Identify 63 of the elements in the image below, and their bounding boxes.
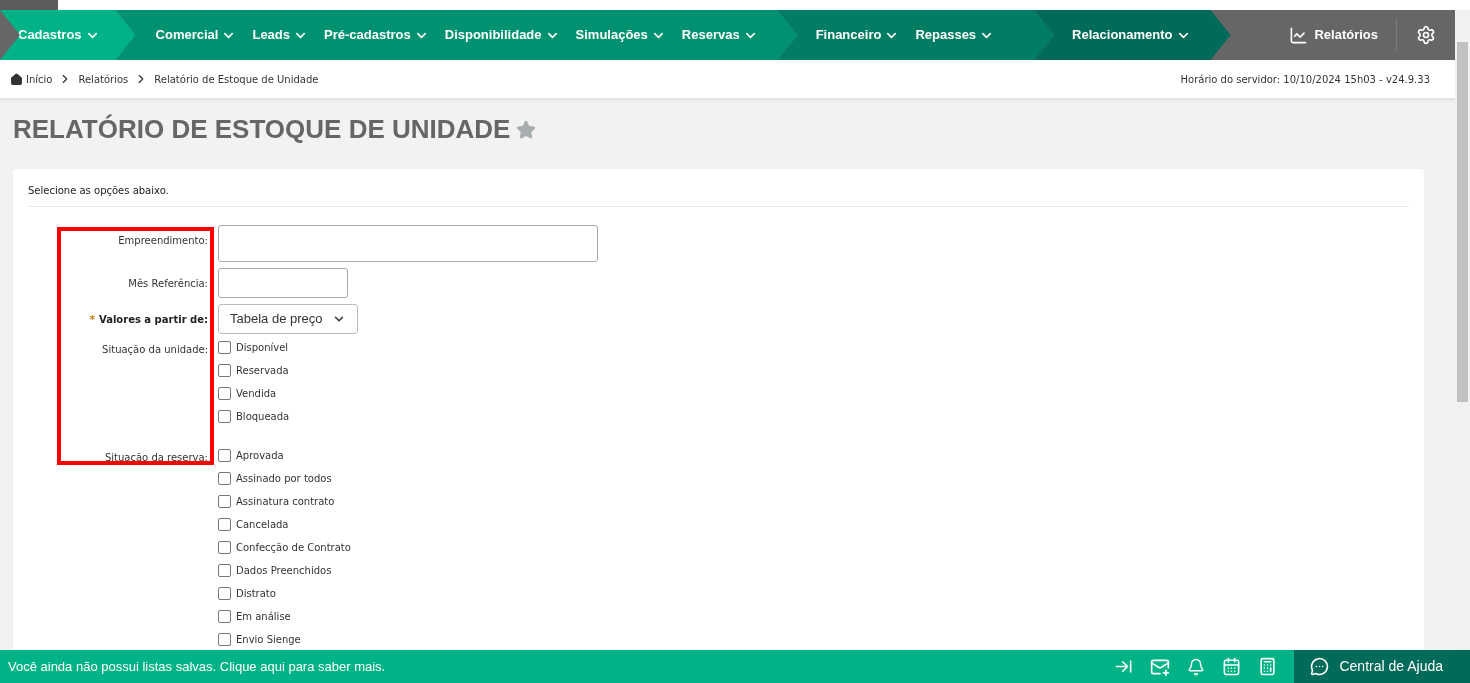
- field-label: Valores a partir de:: [99, 313, 208, 327]
- checkbox-label: Assinado por todos: [236, 472, 332, 486]
- calculator-icon[interactable]: [1258, 657, 1278, 676]
- checkbox-label: Aprovada: [236, 449, 284, 463]
- checkbox-label: Assinatura contrato: [236, 495, 335, 509]
- nav-menu-item[interactable]: Disponibilidade: [444, 25, 560, 45]
- reports-link[interactable]: Relatórios: [1289, 18, 1397, 52]
- nav-menu-item[interactable]: Simulações: [575, 25, 666, 45]
- checkbox-label: Vendida: [236, 387, 277, 401]
- nav-menu-item[interactable]: Pré-cadastros: [324, 25, 429, 45]
- nav-menu-item[interactable]: Cadastros: [18, 25, 100, 45]
- text-field[interactable]: [218, 268, 348, 298]
- checkbox-label: Cancelada: [236, 518, 289, 532]
- checkbox[interactable]: [218, 633, 231, 646]
- nav-menu-item[interactable]: Comercial: [155, 25, 237, 45]
- settings-icon: [1416, 25, 1436, 45]
- nav-menu-item[interactable]: Repasses: [915, 25, 995, 45]
- home-icon: [10, 72, 23, 86]
- field-label: Situação da reserva:: [104, 451, 208, 465]
- text-field[interactable]: [218, 225, 598, 262]
- checkbox-label: Envio Sienge: [236, 633, 301, 647]
- server-time: Horário do servidor: 10/10/2024 15h03 - v24.9.33: [1180, 72, 1430, 87]
- checkbox-label: Bloqueada: [236, 410, 290, 424]
- required-mark: *: [89, 313, 95, 327]
- nav-menu-item[interactable]: Relacionamento: [1072, 25, 1191, 45]
- checkbox-label: Em análise: [236, 610, 291, 624]
- nav-menu-item[interactable]: Reservas: [681, 25, 758, 45]
- field-label: Empreendimento:: [118, 234, 208, 248]
- favorite-star-icon[interactable]: [516, 119, 537, 140]
- field-label: Mês Referência:: [128, 277, 208, 291]
- breadcrumb-link[interactable]: Início: [26, 71, 53, 87]
- checkbox-label: Dados Preenchidos: [236, 564, 332, 578]
- checkbox[interactable]: [218, 449, 231, 462]
- help-center-button[interactable]: Central de Ajuda: [1294, 650, 1470, 683]
- checkbox-label: Confecção de Contrato: [236, 541, 351, 555]
- nav-menu-item[interactable]: Leads: [252, 25, 309, 45]
- arrow-to-line-icon[interactable]: [1114, 657, 1134, 676]
- checkbox[interactable]: [218, 341, 231, 354]
- checkbox[interactable]: [218, 518, 231, 531]
- page-title: RELATÓRIO DE ESTOQUE DE UNIDADE: [13, 113, 511, 146]
- checkbox[interactable]: [218, 410, 231, 423]
- checkbox[interactable]: [218, 495, 231, 508]
- breadcrumb-link[interactable]: Relatórios: [78, 71, 129, 87]
- bell-icon[interactable]: [1187, 657, 1206, 676]
- checkbox[interactable]: [218, 564, 231, 577]
- checkbox-label: Disponível: [236, 341, 289, 355]
- checkbox-label: Distrato: [236, 587, 276, 601]
- saved-lists-message[interactable]: Você ainda não possui listas salvas. Clique aqui para saber mais.: [0, 656, 386, 677]
- nav-menu-item[interactable]: Financeiro: [815, 25, 900, 45]
- checkbox[interactable]: [218, 587, 231, 600]
- checkbox-label: Reservada: [236, 364, 289, 378]
- checkbox[interactable]: [218, 472, 231, 485]
- checkbox[interactable]: [218, 541, 231, 554]
- breadcrumb-link[interactable]: Relatório de Estoque de Unidade: [154, 71, 319, 87]
- checkbox[interactable]: [218, 387, 231, 400]
- checkbox[interactable]: [218, 610, 231, 623]
- calendar-icon[interactable]: [1222, 657, 1242, 676]
- select-field[interactable]: Tabela de preço: [218, 304, 358, 334]
- checkbox[interactable]: [218, 364, 231, 377]
- line-chart-icon: [1289, 25, 1309, 45]
- intro-text: Selecione as opções abaixo.: [28, 183, 1409, 207]
- field-label: Situação da unidade:: [102, 343, 208, 357]
- chat-bubble-icon: [1310, 657, 1330, 676]
